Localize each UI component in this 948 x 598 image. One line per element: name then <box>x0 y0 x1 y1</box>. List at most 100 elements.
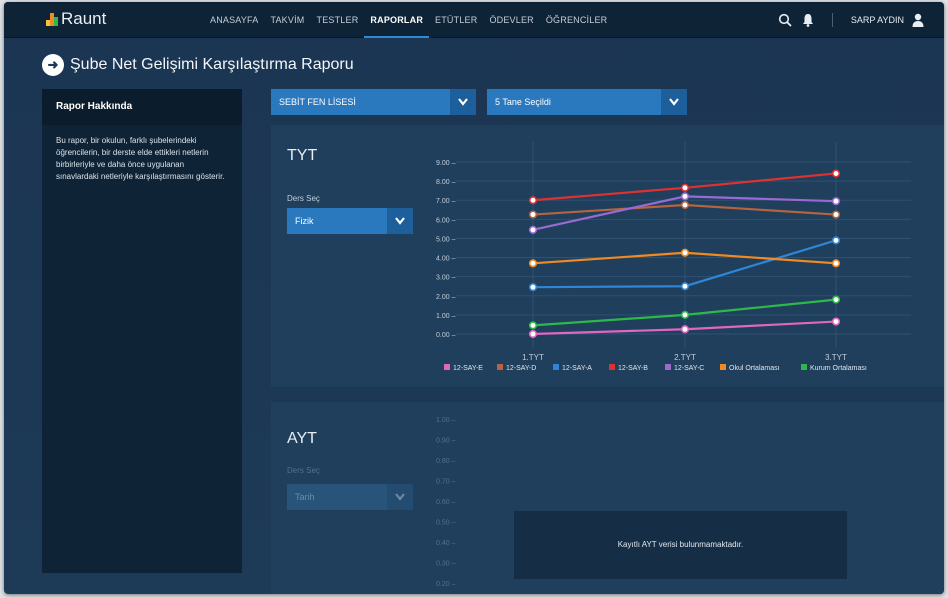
school-select-value: SEBİT FEN LİSESİ <box>279 97 356 107</box>
data-point <box>831 259 841 268</box>
data-point <box>528 329 538 339</box>
y-tick-label: 0.40 – <box>436 540 456 547</box>
y-tick-label: 5.00 – <box>436 236 456 243</box>
report-info-heading: Rapor Hakkında <box>42 89 242 125</box>
branch-select[interactable]: 5 Tane Seçildi <box>487 89 687 115</box>
y-tick-label: 1.00 – <box>436 313 456 320</box>
logo-text: Raunt <box>61 9 107 28</box>
data-point <box>831 236 841 245</box>
data-point <box>680 192 690 201</box>
y-tick-label: 9.00 – <box>436 160 456 167</box>
legend-label: 12-SAY-C <box>674 365 704 372</box>
data-point <box>680 282 690 291</box>
page-header: ➜ Şube Net Gelişimi Karşılaştırma Raporu <box>42 54 354 76</box>
main-nav: ANASAYFA TAKVİM TESTLER RAPORLAR ETÜTLER… <box>204 2 613 38</box>
data-point <box>528 321 538 330</box>
tyt-line-chart: 0.00 – 1.00 – 2.00 – 3.00 – 4.00 – 5.00 – 6.00… <box>436 142 911 372</box>
top-right-controls: SARP AYDIN <box>778 2 924 38</box>
legend-label: 12-SAY-B <box>618 365 648 372</box>
page-title: Şube Net Gelişimi Karşılaştırma Raporu <box>70 56 354 73</box>
y-tick-label: 0.00 – <box>436 332 456 339</box>
legend-label: Kurum Ortalaması <box>810 365 867 372</box>
tyt-subject-select[interactable]: Fizik <box>287 208 413 234</box>
y-tick-label: 0.80 – <box>436 458 456 465</box>
user-icon[interactable] <box>912 13 924 27</box>
data-point <box>680 248 690 257</box>
search-icon[interactable] <box>778 13 792 27</box>
data-point <box>528 196 538 205</box>
data-point <box>528 259 538 268</box>
y-tick-label: 0.30 – <box>436 561 456 568</box>
y-tick-label: 0.90 – <box>436 438 456 445</box>
nav-item-takvim[interactable]: TAKVİM <box>264 2 310 38</box>
app-window: Raunt ANASAYFA TAKVİM TESTLER RAPORLAR E… <box>4 2 944 594</box>
tyt-panel: TYT Ders Seç Fizik 0.00 – 1.00 – 2.00 – 3.0… <box>271 125 944 387</box>
legend-swatch <box>665 364 671 370</box>
chevron-down-icon <box>661 89 687 115</box>
y-tick-label: 3.00 – <box>436 275 456 282</box>
bell-icon[interactable] <box>802 13 814 27</box>
y-tick-label: 0.60 – <box>436 499 456 506</box>
legend-swatch <box>553 364 559 370</box>
report-info-panel: Rapor Hakkında Bu rapor, bir okulun, far… <box>42 89 242 573</box>
data-point <box>528 225 538 234</box>
school-select[interactable]: SEBİT FEN LİSESİ <box>271 89 476 115</box>
x-tick-label: 1.TYT <box>522 353 544 362</box>
x-tick-label: 2.TYT <box>674 353 696 362</box>
arrow-left-icon: ➜ <box>47 57 59 72</box>
y-tick-label: 6.00 – <box>436 217 456 224</box>
no-data-message: Kayıtlı AYT verisi bulunmamaktadır. <box>514 511 847 579</box>
y-tick-label: 4.00 – <box>436 256 456 263</box>
nav-item-testler[interactable]: TESTLER <box>311 2 365 38</box>
back-button[interactable]: ➜ <box>42 54 64 76</box>
ayt-panel: AYT Ders Seç Tarih 1.00 – 0.90 – 0.80 – 0.7… <box>271 402 944 594</box>
y-tick-label: 1.00 – <box>436 417 456 424</box>
data-point <box>831 295 841 304</box>
ayt-subject-select: Tarih <box>287 484 413 510</box>
nav-item-odevler[interactable]: ÖDEVLER <box>483 2 539 38</box>
chevron-down-icon <box>387 484 413 510</box>
data-point <box>680 200 690 210</box>
y-tick-label: 8.00 – <box>436 179 456 186</box>
app-logo[interactable]: Raunt <box>46 9 106 29</box>
legend-swatch <box>497 364 503 370</box>
legend-label: 12-SAY-D <box>506 365 536 372</box>
report-info-text: Bu rapor, bir okulun, farklı şubelerinde… <box>56 136 225 181</box>
divider <box>831 13 833 27</box>
data-point <box>680 183 690 192</box>
data-point <box>528 210 538 219</box>
logo-icon <box>46 12 59 26</box>
tyt-subject-value: Fizik <box>295 216 314 226</box>
ayt-ders-label: Ders Seç <box>287 466 320 475</box>
tyt-title: TYT <box>287 147 318 164</box>
legend-swatch <box>801 364 807 370</box>
ayt-subject-value: Tarih <box>295 492 315 502</box>
legend-label: 12-SAY-A <box>562 365 592 372</box>
data-point <box>680 325 690 334</box>
tyt-ders-label: Ders Seç <box>287 194 320 203</box>
legend-label: 12-SAY-E <box>453 365 483 372</box>
nav-item-raporlar[interactable]: RAPORLAR <box>364 2 430 38</box>
data-point <box>831 197 841 206</box>
user-name[interactable]: SARP AYDIN <box>851 15 904 25</box>
branch-select-value: 5 Tane Seçildi <box>495 97 551 107</box>
data-point <box>680 310 690 319</box>
nav-item-ogrenciler[interactable]: ÖĞRENCİLER <box>540 2 614 38</box>
x-tick-label: 3.TYT <box>825 353 847 362</box>
nav-item-etutler[interactable]: ETÜTLER <box>429 2 483 38</box>
y-tick-label: 7.00 – <box>436 198 456 205</box>
y-tick-label: 0.20 – <box>436 581 456 588</box>
y-tick-label: 2.00 – <box>436 294 456 301</box>
legend-label: Okul Ortalaması <box>729 365 780 372</box>
data-point <box>528 283 538 292</box>
chevron-down-icon <box>387 208 413 234</box>
y-tick-label: 0.50 – <box>436 520 456 527</box>
nav-item-anasayfa[interactable]: ANASAYFA <box>204 2 264 38</box>
legend-swatch <box>720 364 726 370</box>
data-point <box>831 210 841 219</box>
legend-swatch <box>444 364 450 370</box>
y-tick-label: 0.70 – <box>436 479 456 486</box>
top-navbar: Raunt ANASAYFA TAKVİM TESTLER RAPORLAR E… <box>4 2 944 38</box>
chevron-down-icon <box>450 89 476 115</box>
ayt-title: AYT <box>287 430 317 447</box>
